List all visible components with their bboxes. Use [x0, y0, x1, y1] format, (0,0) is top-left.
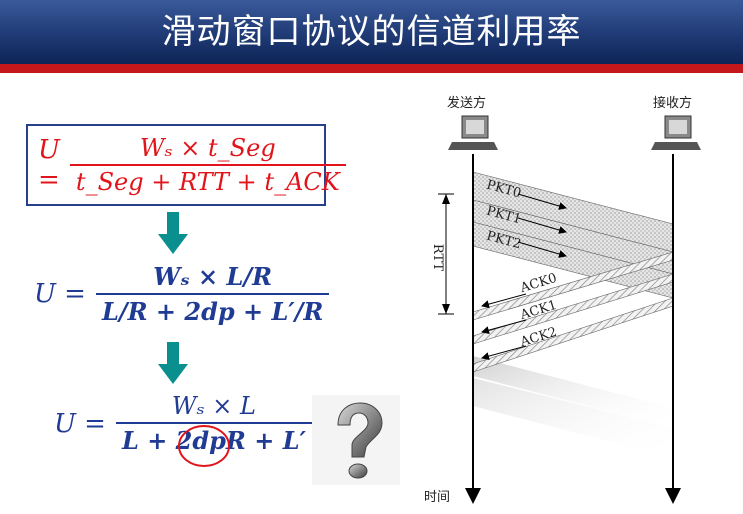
formula-lhs: U = [34, 279, 86, 309]
sliding-window-timing-diagram [438, 115, 701, 504]
formula-fraction: Wₛ × t_Seg t_Seg + RTT + t_ACK [69, 134, 346, 196]
page-title: 滑动窗口协议的信道利用率 [161, 12, 582, 52]
sender-label: 发送方 [447, 96, 487, 111]
receiver-label: 接收方 [653, 96, 693, 111]
title-stripe [0, 64, 743, 73]
formula-denominator: L/R + 2dp + L′/R [101, 297, 324, 326]
formula-fraction: Wₛ × L/R L/R + 2dp + L′/R [95, 262, 330, 326]
rtt-label: RTT [430, 243, 446, 272]
computer-icon [651, 115, 701, 150]
formula-numerator: Wₛ × L [171, 392, 256, 420]
question-mark-icon [312, 395, 400, 485]
formula-numerator: Wₛ × L/R [153, 262, 273, 291]
formula-utilization-general: U = Wₛ × t_Seg t_Seg + RTT + t_ACK [26, 124, 346, 206]
formula-numerator: Wₛ × t_Seg [139, 134, 276, 162]
teal-down-arrow-icon [158, 212, 188, 254]
formula-lhs: U = [54, 408, 106, 439]
highlight-circle [178, 425, 230, 467]
formula-utilization-rate: U = Wₛ × L/R L/R + 2dp + L′/R [34, 262, 330, 326]
teal-down-arrow-icon [158, 342, 188, 384]
time-axis-label: 时间 [424, 490, 451, 505]
formula-lhs: U = [38, 135, 60, 195]
formula-denominator: t_Seg + RTT + t_ACK [75, 168, 340, 196]
computer-icon [448, 115, 498, 150]
